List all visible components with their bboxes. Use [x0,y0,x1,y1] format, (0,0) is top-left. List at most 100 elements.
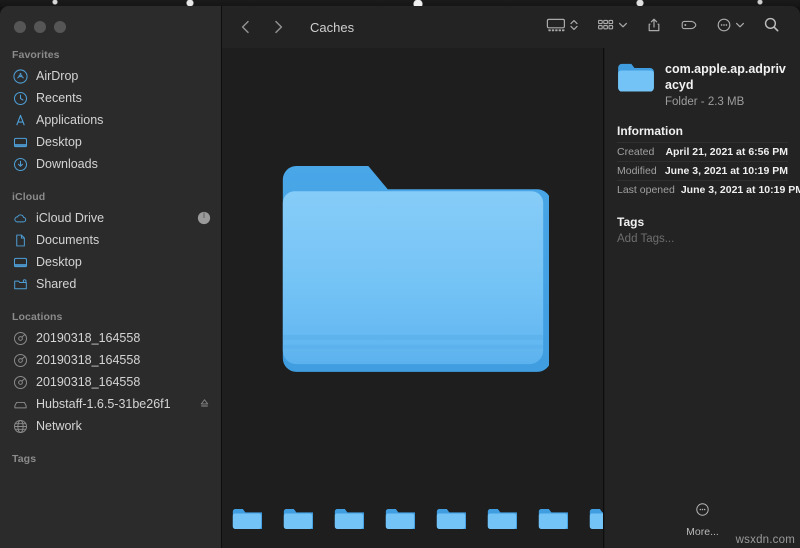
tag-icon [680,17,698,38]
sidebar-item-recents[interactable]: Recents [0,87,221,109]
filmstrip-item[interactable] [328,496,370,542]
minimize-button[interactable] [34,21,46,33]
more-button[interactable]: More... [605,502,800,538]
zoom-button[interactable] [54,21,66,33]
sidebar-section-tags: Tags [0,453,221,469]
toolbar-actions [546,16,800,38]
external-drive-icon [13,397,28,412]
filmstrip-item[interactable] [226,496,268,542]
sidebar-item-label: Documents [36,233,99,247]
sidebar-item-applications[interactable]: Applications [0,109,221,131]
group-items-button[interactable] [597,17,628,38]
shared-folder-icon [13,277,28,292]
filmstrip[interactable] [222,490,603,548]
more-actions-button[interactable] [716,17,745,38]
info-row-key: Modified [617,165,657,177]
sidebar-item-disc-1[interactable]: 20190318_164558 [0,327,221,349]
info-row-key: Created [617,146,654,158]
sidebar-item-label: Applications [36,113,103,127]
finder-window: Favorites AirDrop Recents [0,6,800,548]
info-panel: com.apple.ap.adprivacyd Folder - 2.3 MB … [605,48,800,548]
info-row-key: Last opened [617,184,675,196]
sidebar-item-label: 20190318_164558 [36,331,140,345]
filmstrip-item[interactable] [481,496,523,542]
chevron-up-down-icon [569,17,579,38]
sidebar-item-label: Hubstaff-1.6.5-31be26f1 [36,397,171,411]
sidebar-item-hubstaff-volume[interactable]: Hubstaff-1.6.5-31be26f1 [0,393,221,415]
share-button[interactable] [646,17,662,38]
preview-pane[interactable] [222,48,603,490]
file-name: com.apple.ap.adprivacyd [665,62,788,93]
desktop-icon [13,135,28,150]
sidebar-item-network[interactable]: Network [0,415,221,437]
disc-icon [13,375,28,390]
sidebar-item-airdrop[interactable]: AirDrop [0,65,221,87]
search-icon [763,16,780,38]
info-title-block: com.apple.ap.adprivacyd Folder - 2.3 MB [665,62,788,108]
window-controls[interactable] [0,15,221,33]
info-header: com.apple.ap.adprivacyd Folder - 2.3 MB [617,62,788,108]
close-button[interactable] [14,21,26,33]
downloads-icon [13,157,28,172]
sidebar-item-label: Desktop [36,135,82,149]
filmstrip-item[interactable] [532,496,574,542]
sidebar-item-label: AirDrop [36,69,78,83]
blue-folder-icon [617,62,655,99]
file-kind-size: Folder - 2.3 MB [665,96,788,108]
disc-icon [13,331,28,346]
eject-icon[interactable] [198,397,211,413]
finder-window-root: Favorites AirDrop Recents [0,0,800,548]
sidebar-section-title: Locations [0,311,221,327]
sidebar-item-documents[interactable]: Documents [0,229,221,251]
cloud-icon [13,211,28,226]
sidebar-item-downloads[interactable]: Downloads [0,153,221,175]
sidebar-item-shared[interactable]: Shared [0,273,221,295]
info-row-created: Created April 21, 2021 at 6:56 PM [617,142,788,161]
filmstrip-item[interactable] [379,496,421,542]
sidebar-item-disc-3[interactable]: 20190318_164558 [0,371,221,393]
sidebar-section-icloud: iCloud iCloud Drive Documents [0,191,221,295]
ellipsis-circle-icon [716,17,732,38]
chevron-right-icon[interactable] [270,19,286,35]
sidebar: Favorites AirDrop Recents [0,6,222,548]
chevron-left-icon[interactable] [238,19,254,35]
sidebar-item-icloud-drive[interactable]: iCloud Drive [0,207,221,229]
add-tags-field[interactable]: Add Tags... [617,233,788,245]
sidebar-item-icloud-desktop[interactable]: Desktop [0,251,221,273]
sidebar-item-label: Shared [36,277,76,291]
toolbar: Caches [222,6,800,48]
filmstrip-item[interactable] [430,496,472,542]
sidebar-item-label: 20190318_164558 [36,375,140,389]
sidebar-item-label: Recents [36,91,82,105]
sidebar-section-locations: Locations 20190318_164558 20190318_16455… [0,311,221,437]
airdrop-icon [13,69,28,84]
info-row-modified: Modified June 3, 2021 at 10:19 PM [617,161,788,180]
information-section-title: Information [617,124,788,138]
globe-icon [13,419,28,434]
sidebar-item-label: Network [36,419,82,433]
navigation-buttons [222,19,286,35]
sidebar-item-label: Downloads [36,157,98,171]
sidebar-item-desktop[interactable]: Desktop [0,131,221,153]
ellipsis-circle-icon [695,502,710,522]
sidebar-section-favorites: Favorites AirDrop Recents [0,49,221,175]
filmstrip-item[interactable] [583,496,603,542]
disc-icon [13,353,28,368]
tag-button[interactable] [680,17,698,38]
gallery-view-icon [546,17,566,38]
applications-icon [13,113,28,128]
info-row-value: June 3, 2021 at 10:19 PM [665,165,788,177]
gallery-content-area [222,48,604,548]
document-icon [13,233,28,248]
sidebar-item-label: iCloud Drive [36,211,104,225]
sidebar-section-title: Tags [0,453,221,469]
clock-icon [13,91,28,106]
tags-section-title: Tags [617,215,788,229]
sidebar-section-title: Favorites [0,49,221,65]
sidebar-item-disc-2[interactable]: 20190318_164558 [0,349,221,371]
search-button[interactable] [763,16,780,38]
more-button-label: More... [686,526,719,538]
view-mode-button[interactable] [546,17,579,38]
group-items-icon [597,17,615,38]
filmstrip-item[interactable] [277,496,319,542]
